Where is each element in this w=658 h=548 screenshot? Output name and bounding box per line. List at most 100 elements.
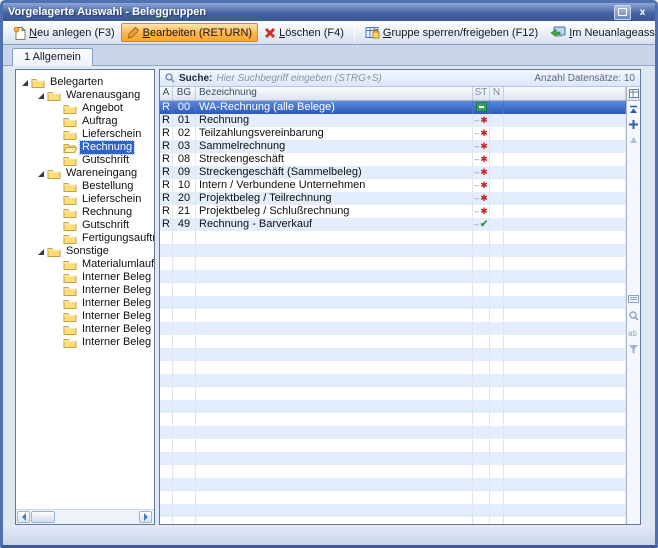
expander-icon[interactable] xyxy=(36,169,45,178)
column-header-n[interactable]: N xyxy=(490,87,504,100)
scroll-up-icon[interactable] xyxy=(627,133,640,146)
cell-bezeichnung: Rechnung xyxy=(196,114,473,127)
cell-filler xyxy=(504,504,626,517)
table-row[interactable]: R09Streckengeschäft (Sammelbeleg)–✱ xyxy=(160,166,626,179)
cell-n xyxy=(490,322,504,335)
search-bar[interactable]: Suche: Hier Suchbegriff eingeben (STRG+S… xyxy=(160,70,640,87)
cell-n xyxy=(490,205,504,218)
scrollbar-thumb[interactable] xyxy=(31,511,55,523)
keyboard-icon[interactable] xyxy=(627,292,640,305)
löschen-f4-button[interactable]: Löschen (F4) xyxy=(258,23,350,42)
tree-item-rechnung[interactable]: Rechnung xyxy=(16,206,154,219)
cell-a xyxy=(160,400,173,413)
tree-item-interner-beleg-2-pps[interactable]: Interner Beleg 2 (PPS) xyxy=(16,297,154,310)
filter-icon[interactable] xyxy=(627,343,640,356)
tree-item-interner-beleg-5-pps[interactable]: Interner Beleg 5 (PPS) xyxy=(16,336,154,349)
tree-item-angebot[interactable]: Angebot xyxy=(16,102,154,115)
expander-icon[interactable] xyxy=(36,91,45,100)
search-label: Suche: xyxy=(179,73,212,84)
expander-icon[interactable] xyxy=(36,247,45,256)
table-row-empty xyxy=(160,322,626,335)
bearbeiten-return-button[interactable]: Bearbeiten (RETURN) xyxy=(121,23,258,42)
cell-n xyxy=(490,127,504,140)
cell-bezeichnung xyxy=(196,504,473,517)
table-row-empty xyxy=(160,283,626,296)
cell-bezeichnung xyxy=(196,296,473,309)
table-row-empty xyxy=(160,361,626,374)
close-window-icon[interactable]: x xyxy=(635,6,650,19)
tree-item-label: Bestellung xyxy=(80,180,135,193)
cell-filler xyxy=(504,257,626,270)
table-row[interactable]: R49Rechnung - Barverkauf–✔ xyxy=(160,218,626,231)
table-row[interactable]: R03Sammelrechnung–✱ xyxy=(160,140,626,153)
tree-item-label: Interner Beleg xyxy=(80,271,153,284)
titlebar[interactable]: Vorgelagerte Auswahl - Beleggruppen x xyxy=(3,3,655,21)
magnifier-icon[interactable] xyxy=(627,309,640,322)
wizard-icon xyxy=(550,26,566,39)
table-row[interactable]: R20Projektbeleg / Teilrechnung–✱ xyxy=(160,192,626,205)
tree-item-interner-beleg-4-pps[interactable]: Interner Beleg 4 (PPS) xyxy=(16,323,154,336)
tree-item-sonstige[interactable]: Sonstige xyxy=(16,245,154,258)
im-neuanlageassistent-anzeigen-sperren-button[interactable]: Im Neuanlageassistent anzeigen/sperren xyxy=(544,23,658,42)
table-row[interactable]: R02Teilzahlungsvereinbarung–✱ xyxy=(160,127,626,140)
tree-item-bestellung[interactable]: Bestellung xyxy=(16,180,154,193)
cell-filler xyxy=(504,426,626,439)
locked-icon: –✱ xyxy=(473,166,490,179)
tree-item-lieferschein[interactable]: Lieferschein xyxy=(16,128,154,141)
cell-a xyxy=(160,231,173,244)
cell-bezeichnung xyxy=(196,387,473,400)
cell-bg: 09 xyxy=(173,166,196,179)
cell-a xyxy=(160,413,173,426)
neu-anlegen-f3-button[interactable]: Neu anlegen (F3) xyxy=(7,23,121,42)
cell-bezeichnung xyxy=(196,478,473,491)
cell-st xyxy=(473,491,490,504)
cell-bg: 03 xyxy=(173,140,196,153)
cell-n xyxy=(490,504,504,517)
cell-bezeichnung: Projektbeleg / Teilrechnung xyxy=(196,192,473,205)
tree-item-belegarten[interactable]: Belegarten xyxy=(16,76,154,89)
tree-item-interner-beleg-1-pps[interactable]: Interner Beleg 1 (PPS) xyxy=(16,284,154,297)
table-row-empty xyxy=(160,387,626,400)
table-row[interactable]: R08Streckengeschäft–✱ xyxy=(160,153,626,166)
tree-item-gutschrift[interactable]: Gutschrift xyxy=(16,154,154,167)
table-row[interactable]: R00WA-Rechnung (alle Belege) xyxy=(160,101,626,114)
tree-item-lieferschein[interactable]: Lieferschein xyxy=(16,193,154,206)
cell-bezeichnung: Rechnung - Barverkauf xyxy=(196,218,473,231)
tree-item-interner-beleg-3-pps[interactable]: Interner Beleg 3 (PPS) xyxy=(16,310,154,323)
tree-item-interner-beleg[interactable]: Interner Beleg xyxy=(16,271,154,284)
navigate-icon[interactable] xyxy=(627,118,640,131)
tree-item-label: Rechnung xyxy=(80,141,134,154)
table-row-empty xyxy=(160,465,626,478)
tree-item-warenausgang[interactable]: Warenausgang xyxy=(16,89,154,102)
search-input[interactable]: Hier Suchbegriff eingeben (STRG+S) xyxy=(216,73,530,84)
tab-allgemein[interactable]: 1 Allgemein xyxy=(12,48,93,66)
column-header-bezeichnung[interactable]: Bezeichnung xyxy=(196,87,473,100)
column-header-bg[interactable]: BG xyxy=(173,87,196,100)
tree-item-auftrag[interactable]: Auftrag xyxy=(16,115,154,128)
column-header-st[interactable]: ST xyxy=(473,87,490,100)
tree-item-rechnung[interactable]: Rechnung xyxy=(16,141,154,154)
gruppe-sperren-freigeben-f12-button[interactable]: Gruppe sperren/freigeben (F12) xyxy=(359,23,544,42)
folder-icon xyxy=(47,246,61,257)
scroll-right-icon[interactable] xyxy=(139,511,152,523)
restore-window-icon[interactable] xyxy=(614,5,631,20)
text-search-icon[interactable]: ab xyxy=(627,326,640,339)
tree-item-materialumlauf-reparatur[interactable]: Materialumlauf/Reparatur xyxy=(16,258,154,271)
tree-item-fertigungsauftrag-pps[interactable]: Fertigungsauftrag (PPS) xyxy=(16,232,154,245)
column-header-a[interactable]: A xyxy=(160,87,173,100)
cell-n xyxy=(490,348,504,361)
tree-item-gutschrift[interactable]: Gutschrift xyxy=(16,219,154,232)
tree-item-wareneingang[interactable]: Wareneingang xyxy=(16,167,154,180)
table-row-empty xyxy=(160,452,626,465)
table-row[interactable]: R10Intern / Verbundene Unternehmen–✱ xyxy=(160,179,626,192)
cell-filler xyxy=(504,413,626,426)
scroll-left-icon[interactable] xyxy=(17,511,30,523)
tree-horizontal-scrollbar[interactable] xyxy=(16,509,154,524)
table-row[interactable]: R21Projektbeleg / Schlußrechnung–✱ xyxy=(160,205,626,218)
table-row[interactable]: R01Rechnung–✱ xyxy=(160,114,626,127)
jump-to-top-icon[interactable] xyxy=(627,103,640,116)
grid-header-row[interactable]: ABGBezeichnungSTN xyxy=(160,87,626,101)
column-chooser-icon[interactable] xyxy=(627,87,640,101)
expander-icon[interactable] xyxy=(20,78,29,87)
cell-a xyxy=(160,504,173,517)
